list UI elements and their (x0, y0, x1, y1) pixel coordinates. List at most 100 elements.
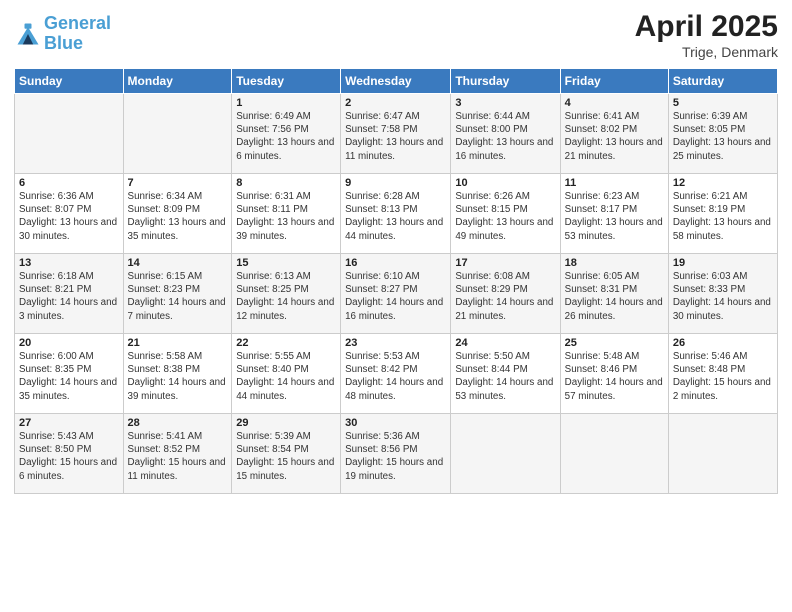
calendar-cell: 25Sunrise: 5:48 AMSunset: 8:46 PMDayligh… (560, 334, 668, 414)
calendar-week-5: 27Sunrise: 5:43 AMSunset: 8:50 PMDayligh… (15, 414, 778, 494)
col-header-saturday: Saturday (668, 69, 777, 94)
calendar-cell: 21Sunrise: 5:58 AMSunset: 8:38 PMDayligh… (123, 334, 232, 414)
calendar-cell: 26Sunrise: 5:46 AMSunset: 8:48 PMDayligh… (668, 334, 777, 414)
calendar-cell: 12Sunrise: 6:21 AMSunset: 8:19 PMDayligh… (668, 174, 777, 254)
calendar-cell: 3Sunrise: 6:44 AMSunset: 8:00 PMDaylight… (451, 94, 560, 174)
calendar-cell (451, 414, 560, 494)
day-number: 14 (128, 257, 228, 269)
day-number: 20 (19, 337, 119, 349)
day-number: 5 (673, 97, 773, 109)
logo-text: General Blue (44, 14, 111, 54)
day-number: 22 (236, 337, 336, 349)
col-header-friday: Friday (560, 69, 668, 94)
calendar-cell: 20Sunrise: 6:00 AMSunset: 8:35 PMDayligh… (15, 334, 124, 414)
day-info: Sunrise: 6:15 AMSunset: 8:23 PMDaylight:… (128, 270, 228, 323)
header: General Blue April 2025 Trige, Denmark (14, 10, 778, 60)
day-info: Sunrise: 5:53 AMSunset: 8:42 PMDaylight:… (345, 350, 446, 403)
calendar-cell: 18Sunrise: 6:05 AMSunset: 8:31 PMDayligh… (560, 254, 668, 334)
calendar-cell: 23Sunrise: 5:53 AMSunset: 8:42 PMDayligh… (341, 334, 451, 414)
calendar-header-row: SundayMondayTuesdayWednesdayThursdayFrid… (15, 69, 778, 94)
day-info: Sunrise: 6:26 AMSunset: 8:15 PMDaylight:… (455, 190, 555, 243)
calendar-week-1: 1Sunrise: 6:49 AMSunset: 7:56 PMDaylight… (15, 94, 778, 174)
day-number: 8 (236, 177, 336, 189)
calendar-cell: 9Sunrise: 6:28 AMSunset: 8:13 PMDaylight… (341, 174, 451, 254)
calendar-week-4: 20Sunrise: 6:00 AMSunset: 8:35 PMDayligh… (15, 334, 778, 414)
calendar-body: 1Sunrise: 6:49 AMSunset: 7:56 PMDaylight… (15, 94, 778, 494)
day-info: Sunrise: 6:39 AMSunset: 8:05 PMDaylight:… (673, 110, 773, 163)
day-info: Sunrise: 6:00 AMSunset: 8:35 PMDaylight:… (19, 350, 119, 403)
col-header-tuesday: Tuesday (232, 69, 341, 94)
day-number: 13 (19, 257, 119, 269)
logo: General Blue (14, 14, 111, 54)
day-info: Sunrise: 5:48 AMSunset: 8:46 PMDaylight:… (565, 350, 664, 403)
calendar-cell: 29Sunrise: 5:39 AMSunset: 8:54 PMDayligh… (232, 414, 341, 494)
day-info: Sunrise: 6:08 AMSunset: 8:29 PMDaylight:… (455, 270, 555, 323)
day-info: Sunrise: 5:36 AMSunset: 8:56 PMDaylight:… (345, 430, 446, 483)
calendar-cell: 22Sunrise: 5:55 AMSunset: 8:40 PMDayligh… (232, 334, 341, 414)
day-number: 25 (565, 337, 664, 349)
calendar-cell: 10Sunrise: 6:26 AMSunset: 8:15 PMDayligh… (451, 174, 560, 254)
page: General Blue April 2025 Trige, Denmark S… (0, 0, 792, 612)
day-info: Sunrise: 6:05 AMSunset: 8:31 PMDaylight:… (565, 270, 664, 323)
calendar-cell: 7Sunrise: 6:34 AMSunset: 8:09 PMDaylight… (123, 174, 232, 254)
day-number: 16 (345, 257, 446, 269)
day-number: 19 (673, 257, 773, 269)
calendar-cell: 14Sunrise: 6:15 AMSunset: 8:23 PMDayligh… (123, 254, 232, 334)
day-number: 23 (345, 337, 446, 349)
calendar-cell: 2Sunrise: 6:47 AMSunset: 7:58 PMDaylight… (341, 94, 451, 174)
day-info: Sunrise: 6:31 AMSunset: 8:11 PMDaylight:… (236, 190, 336, 243)
calendar-cell: 17Sunrise: 6:08 AMSunset: 8:29 PMDayligh… (451, 254, 560, 334)
day-info: Sunrise: 5:58 AMSunset: 8:38 PMDaylight:… (128, 350, 228, 403)
day-info: Sunrise: 5:41 AMSunset: 8:52 PMDaylight:… (128, 430, 228, 483)
calendar-cell (15, 94, 124, 174)
calendar-cell (668, 414, 777, 494)
day-number: 6 (19, 177, 119, 189)
day-number: 30 (345, 417, 446, 429)
day-info: Sunrise: 6:03 AMSunset: 8:33 PMDaylight:… (673, 270, 773, 323)
calendar-table: SundayMondayTuesdayWednesdayThursdayFrid… (14, 68, 778, 494)
day-number: 4 (565, 97, 664, 109)
day-info: Sunrise: 6:21 AMSunset: 8:19 PMDaylight:… (673, 190, 773, 243)
calendar-cell: 15Sunrise: 6:13 AMSunset: 8:25 PMDayligh… (232, 254, 341, 334)
day-number: 17 (455, 257, 555, 269)
calendar-cell: 24Sunrise: 5:50 AMSunset: 8:44 PMDayligh… (451, 334, 560, 414)
calendar-week-3: 13Sunrise: 6:18 AMSunset: 8:21 PMDayligh… (15, 254, 778, 334)
calendar-cell: 1Sunrise: 6:49 AMSunset: 7:56 PMDaylight… (232, 94, 341, 174)
col-header-wednesday: Wednesday (341, 69, 451, 94)
day-number: 28 (128, 417, 228, 429)
day-number: 27 (19, 417, 119, 429)
day-info: Sunrise: 6:49 AMSunset: 7:56 PMDaylight:… (236, 110, 336, 163)
day-info: Sunrise: 6:36 AMSunset: 8:07 PMDaylight:… (19, 190, 119, 243)
col-header-monday: Monday (123, 69, 232, 94)
calendar-cell: 8Sunrise: 6:31 AMSunset: 8:11 PMDaylight… (232, 174, 341, 254)
logo-icon (14, 20, 42, 48)
col-header-thursday: Thursday (451, 69, 560, 94)
day-info: Sunrise: 5:50 AMSunset: 8:44 PMDaylight:… (455, 350, 555, 403)
calendar-cell: 5Sunrise: 6:39 AMSunset: 8:05 PMDaylight… (668, 94, 777, 174)
calendar-cell: 4Sunrise: 6:41 AMSunset: 8:02 PMDaylight… (560, 94, 668, 174)
day-info: Sunrise: 6:10 AMSunset: 8:27 PMDaylight:… (345, 270, 446, 323)
title-block: April 2025 Trige, Denmark (635, 10, 778, 60)
day-info: Sunrise: 6:34 AMSunset: 8:09 PMDaylight:… (128, 190, 228, 243)
day-number: 7 (128, 177, 228, 189)
day-info: Sunrise: 6:18 AMSunset: 8:21 PMDaylight:… (19, 270, 119, 323)
day-number: 12 (673, 177, 773, 189)
day-number: 26 (673, 337, 773, 349)
subtitle: Trige, Denmark (635, 44, 778, 60)
day-number: 29 (236, 417, 336, 429)
calendar-cell: 13Sunrise: 6:18 AMSunset: 8:21 PMDayligh… (15, 254, 124, 334)
calendar-cell: 28Sunrise: 5:41 AMSunset: 8:52 PMDayligh… (123, 414, 232, 494)
col-header-sunday: Sunday (15, 69, 124, 94)
logo-line1: General (44, 13, 111, 33)
day-number: 18 (565, 257, 664, 269)
calendar-cell (123, 94, 232, 174)
calendar-cell (560, 414, 668, 494)
day-info: Sunrise: 6:13 AMSunset: 8:25 PMDaylight:… (236, 270, 336, 323)
day-number: 15 (236, 257, 336, 269)
day-number: 21 (128, 337, 228, 349)
calendar-cell: 11Sunrise: 6:23 AMSunset: 8:17 PMDayligh… (560, 174, 668, 254)
day-info: Sunrise: 6:41 AMSunset: 8:02 PMDaylight:… (565, 110, 664, 163)
day-number: 24 (455, 337, 555, 349)
logo-line2: Blue (44, 33, 83, 53)
calendar-cell: 27Sunrise: 5:43 AMSunset: 8:50 PMDayligh… (15, 414, 124, 494)
